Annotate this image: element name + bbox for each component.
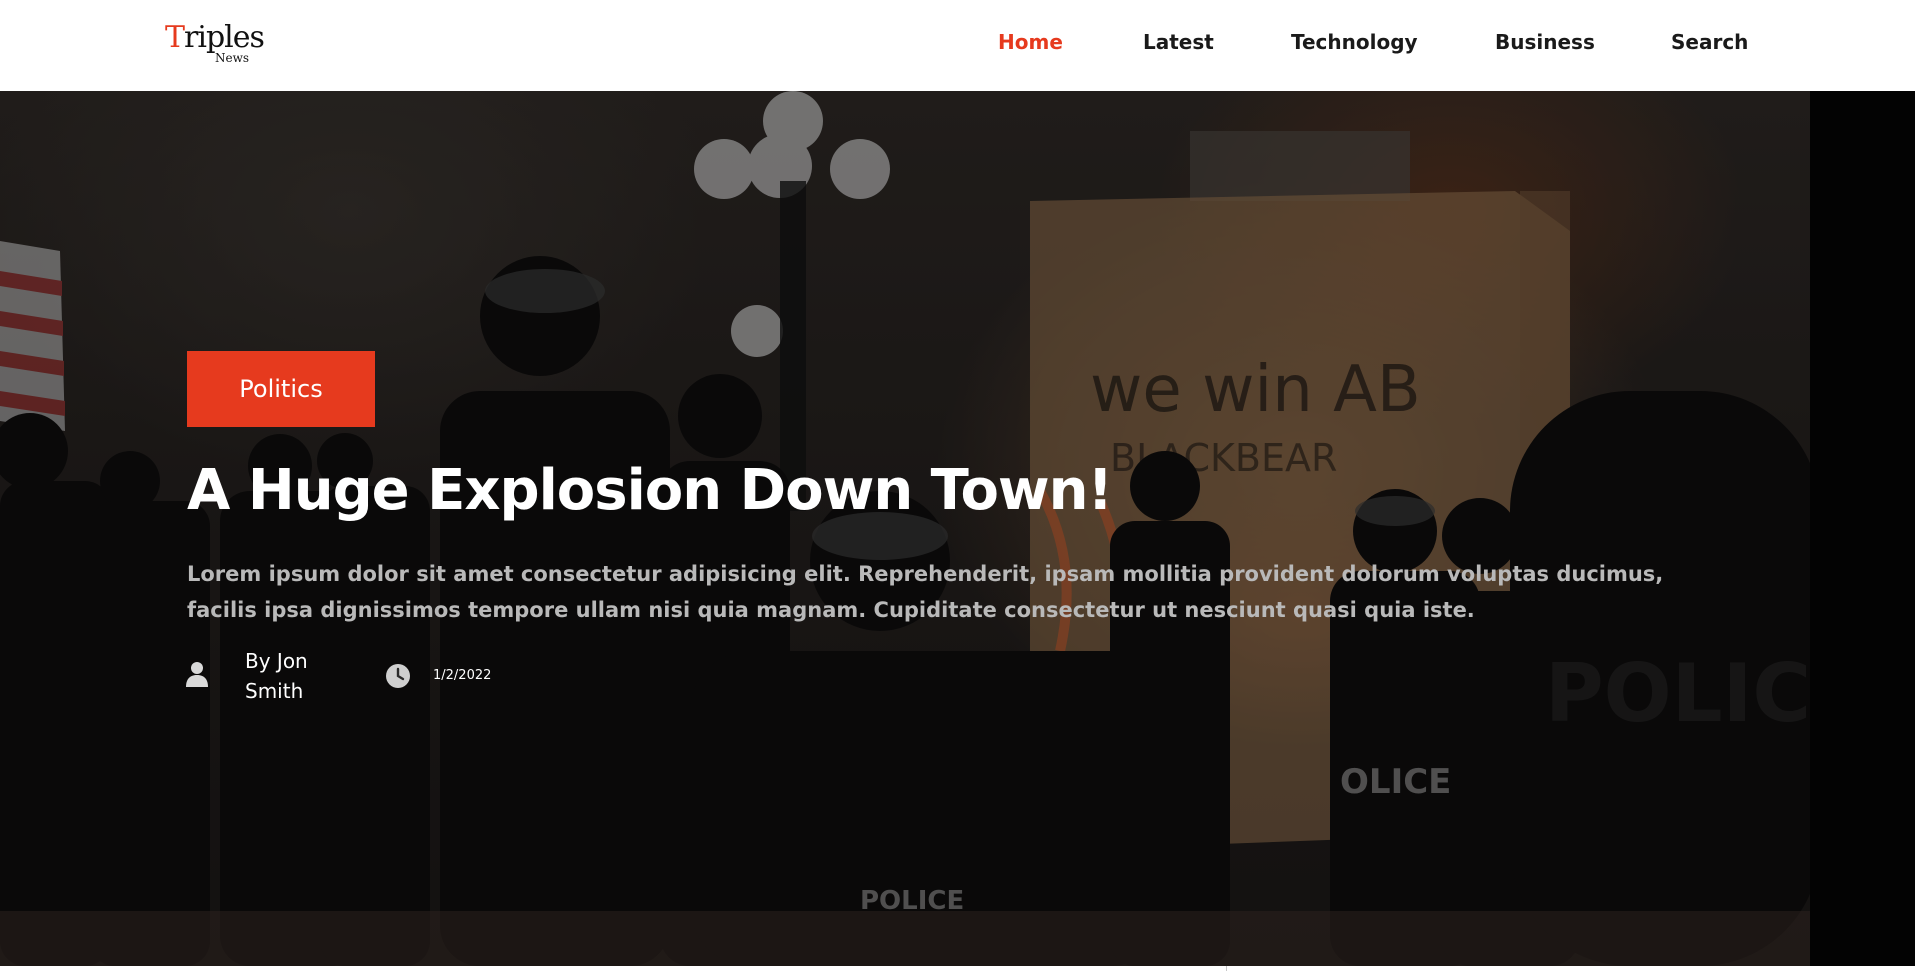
- logo-subtitle: News: [215, 51, 250, 65]
- article-headline[interactable]: A Huge Explosion Down Town!: [187, 453, 1113, 529]
- category-badge[interactable]: Politics: [187, 351, 375, 427]
- nav-latest[interactable]: Latest: [1143, 29, 1214, 55]
- nav-technology[interactable]: Technology: [1291, 29, 1418, 55]
- article-author[interactable]: By Jon Smith: [245, 646, 335, 706]
- bottom-strip: [0, 966, 1915, 971]
- site-header: Triples News Home Latest Technology Busi…: [0, 0, 1915, 91]
- bottom-divider: [1226, 966, 1227, 971]
- hero-section: we win AB BLACKBEAR OLICE POLICE POLICE …: [0, 91, 1915, 966]
- logo-first-letter: T: [165, 20, 185, 55]
- nav-home[interactable]: Home: [998, 29, 1063, 55]
- nav-business[interactable]: Business: [1495, 29, 1595, 55]
- article-excerpt: Lorem ipsum dolor sit amet consectetur a…: [187, 562, 1664, 622]
- user-icon: [186, 661, 208, 687]
- clock-icon: [385, 663, 411, 689]
- site-logo[interactable]: Triples News: [165, 18, 265, 68]
- article-date: 1/2/2022: [433, 668, 492, 683]
- nav-search[interactable]: Search: [1671, 29, 1748, 55]
